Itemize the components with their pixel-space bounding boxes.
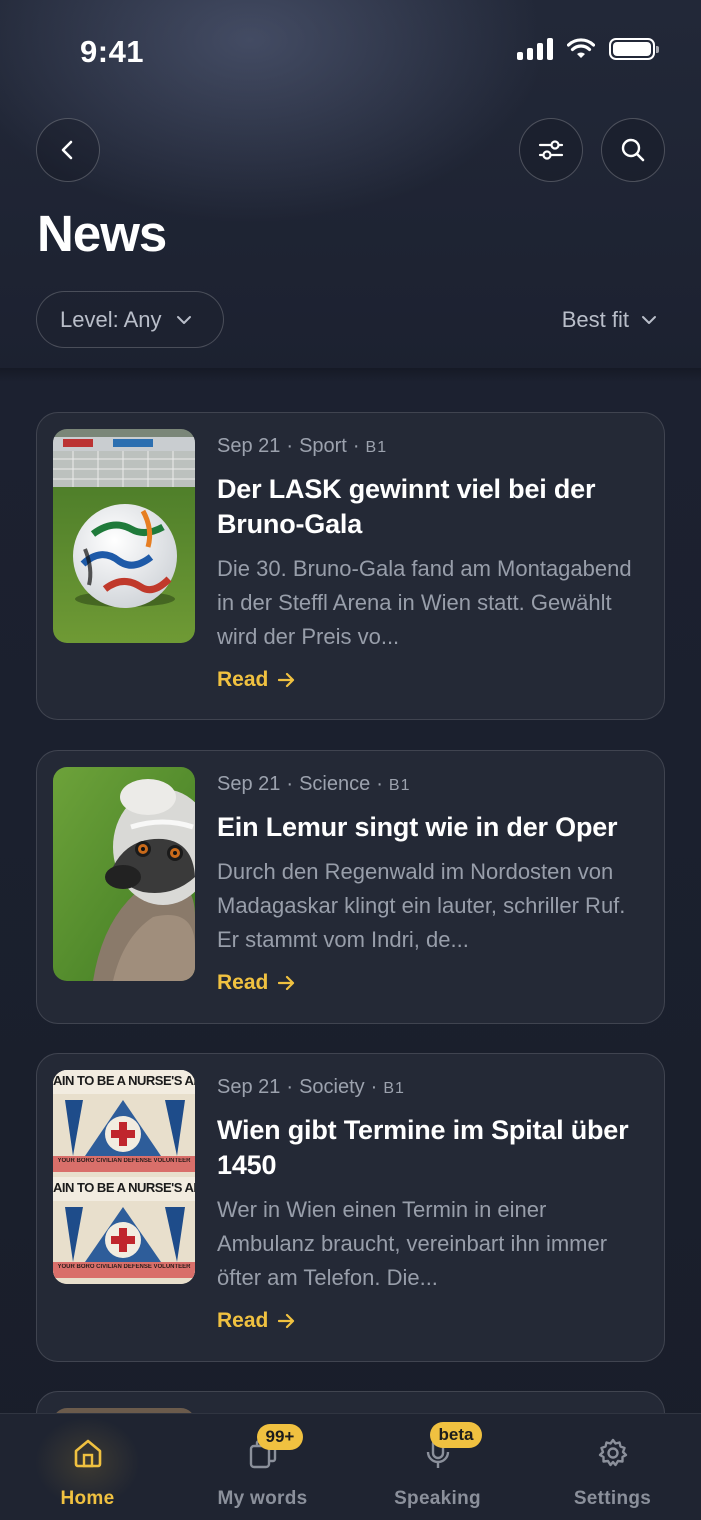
sort-dropdown[interactable]: Best fit	[562, 307, 657, 333]
article-meta: Sep 21 · Society · B1	[217, 1076, 405, 1098]
article-excerpt: Wer in Wien einen Termin in einer Ambula…	[217, 1197, 608, 1290]
battery-icon	[609, 38, 659, 60]
read-button[interactable]: Read	[217, 971, 636, 995]
tab-settings[interactable]: Settings	[525, 1414, 700, 1520]
tab-label: Speaking	[394, 1488, 481, 1509]
chevron-down-icon	[642, 316, 656, 324]
poster-footer: YOUR BORO CIVILIAN DEFENSE VOLUNTEER	[57, 1158, 191, 1164]
poster-footer-repeat: YOUR BORO CIVILIAN DEFENSE VOLUNTEER	[57, 1264, 191, 1270]
level-filter-label: Level: Any	[60, 306, 162, 332]
sliders-icon	[538, 140, 564, 160]
article-thumbnail-nurse-poster: AIN TO BE A NURSE'S AI YOUR BORO CIVILIA…	[53, 1070, 195, 1284]
arrow-right-icon	[278, 1313, 295, 1329]
tab-label: Home	[60, 1488, 115, 1509]
news-screen: 9:41 News Level: Any Best fit Sep 21 · S…	[0, 0, 701, 1520]
header-divider	[0, 368, 701, 382]
back-button[interactable]	[36, 118, 100, 182]
chevron-left-icon	[61, 140, 73, 160]
tab-label: My words	[217, 1488, 308, 1509]
article-title[interactable]: Ein Lemur singt wie in der Oper	[217, 810, 636, 845]
tab-speaking[interactable]: beta Speaking	[350, 1414, 525, 1520]
article-level: B1	[383, 1080, 405, 1097]
chevron-down-icon	[176, 315, 191, 324]
article-category: Science	[299, 773, 371, 795]
article-excerpt: Durch den Regenwald im Nordosten von Mad…	[217, 859, 626, 952]
read-label: Read	[217, 668, 269, 691]
article-level: B1	[365, 439, 388, 456]
article-thumbnail-soccer-ball	[53, 429, 195, 643]
article-date: Sep 21	[217, 435, 281, 457]
article-card[interactable]: Sep 21 · Sport · B1 Der LASK gewinnt vie…	[36, 412, 665, 720]
arrow-right-icon	[278, 672, 295, 688]
article-category: Sport	[299, 435, 347, 457]
status-time: 9:41	[80, 34, 145, 69]
read-button[interactable]: Read	[217, 668, 636, 692]
arrow-right-icon	[278, 975, 295, 991]
article-card[interactable]: AIN TO BE A NURSE'S AI YOUR BORO CIVILIA…	[36, 1053, 665, 1362]
cellular-signal-icon	[517, 38, 553, 60]
beta-badge: beta	[429, 1422, 483, 1448]
wifi-icon	[567, 38, 595, 58]
tab-label: Settings	[573, 1488, 652, 1509]
article-date: Sep 21	[217, 773, 281, 795]
home-icon	[74, 1439, 101, 1468]
article-level: B1	[388, 777, 411, 794]
article-date: Sep 21	[217, 1076, 281, 1098]
article-card[interactable]: Sep 21 · Science · B1 Ein Lemur singt wi…	[36, 750, 665, 1024]
status-bar: 9:41	[0, 0, 701, 100]
read-button[interactable]: Read	[217, 1309, 636, 1333]
article-category: Society	[299, 1076, 365, 1098]
tab-my-words[interactable]: 99+ My words	[175, 1414, 350, 1520]
article-title[interactable]: Wien gibt Termine im Spital über 1450	[217, 1113, 636, 1183]
my-words-count-badge: 99+	[256, 1424, 304, 1450]
search-icon	[621, 138, 645, 162]
page-title: News	[37, 205, 167, 262]
bottom-tab-bar: Home 99+ My words beta Speaking Settings	[0, 1413, 701, 1520]
gear-icon	[598, 1438, 627, 1467]
status-icons	[517, 38, 659, 60]
filter-button[interactable]	[519, 118, 583, 182]
article-excerpt: Die 30. Bruno-Gala fand am Montagabend i…	[217, 556, 632, 649]
article-meta: Sep 21 · Science · B1	[217, 773, 411, 795]
article-title[interactable]: Der LASK gewinnt viel bei der Bruno-Gala	[217, 472, 636, 542]
search-button[interactable]	[601, 118, 665, 182]
level-filter-dropdown[interactable]: Level: Any	[36, 291, 224, 348]
article-thumbnail-lemur	[53, 767, 195, 981]
poster-headline: AIN TO BE A NURSE'S AI	[53, 1073, 195, 1088]
sort-label: Best fit	[561, 307, 629, 332]
read-label: Read	[217, 971, 269, 994]
poster-headline-repeat: AIN TO BE A NURSE'S AI	[53, 1180, 195, 1195]
tab-home[interactable]: Home	[0, 1414, 175, 1520]
read-label: Read	[217, 1309, 269, 1332]
article-meta: Sep 21 · Sport · B1	[217, 435, 388, 457]
